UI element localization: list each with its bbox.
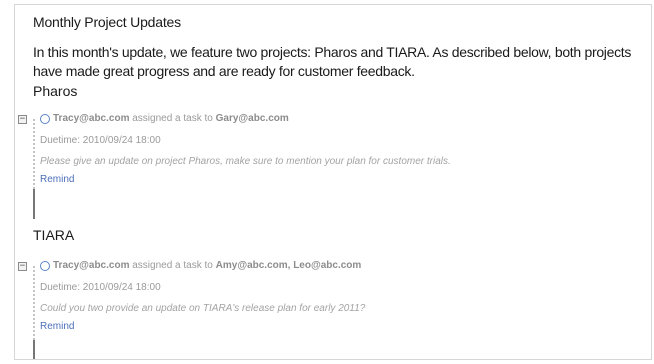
circle-status-icon[interactable] (40, 261, 50, 271)
task-description: Could you two provide an update on TIARA… (40, 303, 366, 314)
assignee-names: Amy@abc.com, Leo@abc.com (215, 260, 362, 271)
task-assignment: Tracy@abc.com assigned a task to Gary@ab… (53, 113, 289, 124)
tree-connector (33, 266, 35, 340)
tree-connector (33, 119, 35, 189)
task-description: Please give an update on project Pharos,… (40, 156, 451, 167)
task-tiara: − Tracy@abc.com assigned a task to Amy@a… (15, 260, 645, 359)
collapse-icon[interactable]: − (18, 115, 27, 124)
remind-link[interactable]: Remind (40, 174, 74, 185)
assignee-names: Gary@abc.com (215, 113, 289, 124)
project-heading-pharos: Pharos (33, 83, 78, 99)
task-duetime: Duetime: 2010/09/24 18:00 (40, 282, 161, 293)
task-pharos: − Tracy@abc.com assigned a task to Gary@… (15, 113, 645, 219)
collapse-icon[interactable]: − (18, 262, 27, 271)
tree-connector-end (33, 189, 35, 219)
task-assignment: Tracy@abc.com assigned a task to Amy@abc… (53, 260, 361, 271)
assigned-text: assigned a task to (129, 113, 216, 124)
assigned-text: assigned a task to (129, 260, 216, 271)
remind-link[interactable]: Remind (40, 321, 74, 332)
task-duetime: Duetime: 2010/09/24 18:00 (40, 135, 161, 146)
document-panel: Monthly Project Updates In this month's … (14, 4, 652, 360)
assigner-name: Tracy@abc.com (53, 260, 130, 271)
document-intro: In this month's update, we feature two p… (33, 44, 632, 79)
document-title: Monthly Project Updates (33, 14, 181, 30)
project-heading-tiara: TIARA (33, 227, 75, 243)
circle-status-icon[interactable] (40, 114, 50, 124)
tree-connector-end (33, 340, 35, 359)
assigner-name: Tracy@abc.com (53, 113, 130, 124)
